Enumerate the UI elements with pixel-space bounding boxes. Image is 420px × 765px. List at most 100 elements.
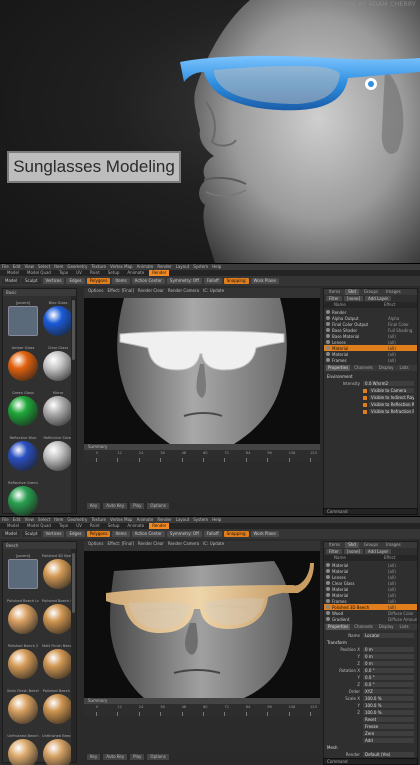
preset-item[interactable]: Polished Beech 3	[42, 688, 74, 730]
tab-channels[interactable]: Channels	[352, 624, 375, 630]
render-viewport[interactable]	[84, 298, 320, 444]
property-value-field[interactable]: 0.0 W/srm2	[363, 381, 414, 386]
preset-item[interactable]: Blue Glass	[42, 300, 74, 342]
checkbox-checked-icon[interactable]	[363, 409, 367, 414]
polygons-mode-button[interactable]: Polygons	[86, 531, 111, 537]
shader-tree-row[interactable]: Base Material (all)	[324, 333, 417, 339]
shader-tree-row[interactable]: Material (all)	[324, 592, 417, 598]
work-plane-button[interactable]: Work Plane	[250, 531, 279, 537]
key-button[interactable]: Key	[87, 754, 101, 760]
preset-item[interactable]: Reflective Green	[7, 480, 39, 516]
model-button[interactable]: Model	[2, 531, 21, 537]
command-line[interactable]: Command	[323, 508, 418, 515]
preset-item[interactable]: Clear Glass	[42, 345, 74, 387]
preset-item[interactable]: Polished Beech Ln	[7, 598, 39, 640]
timeline-ruler[interactable]: 0 12 24 36 48 60 72 84 96 108 120	[84, 450, 320, 462]
property-value-field[interactable]: 0 m	[363, 647, 414, 652]
checkbox-checked-icon[interactable]	[363, 388, 367, 393]
preset-item[interactable]: Polished Beech 2	[7, 643, 39, 685]
preset-item[interactable]: Green Glass	[7, 390, 39, 432]
visibility-eye-icon[interactable]	[326, 575, 330, 579]
visibility-eye-icon[interactable]	[326, 328, 330, 332]
tab-lists[interactable]: Lists	[397, 624, 410, 630]
tab-images[interactable]: Images	[383, 542, 404, 548]
visibility-eye-icon[interactable]	[326, 322, 330, 326]
viewport-render-clear-button[interactable]: Render Clear	[138, 288, 164, 298]
preset-item[interactable]: Reflective Blue	[7, 435, 39, 477]
preset-item[interactable]: Amber Glass	[7, 345, 39, 387]
shader-tree-row[interactable]: Frames (all)	[324, 357, 417, 363]
vertices-mode-button[interactable]: Vertices	[42, 278, 65, 284]
items-mode-button[interactable]: Items	[112, 278, 130, 284]
preset-item[interactable]: Matt Finish Beech	[42, 643, 74, 685]
checkbox-checked-icon[interactable]	[363, 402, 367, 407]
auto-key-button[interactable]: Auto Key	[103, 503, 128, 509]
property-value-field[interactable]: Reset	[363, 717, 414, 722]
preset-item[interactable]: Satin Finish Beech	[7, 688, 39, 730]
polygons-mode-button[interactable]: Polygons	[86, 278, 111, 284]
property-value-field[interactable]: Visible to Indirect Rays	[369, 395, 414, 400]
visibility-eye-icon[interactable]	[326, 334, 330, 338]
tab-items[interactable]: Items	[326, 542, 343, 548]
shader-tree-row[interactable]: Material (all)	[324, 351, 417, 357]
tab-groups[interactable]: Groups	[361, 289, 381, 295]
tab-images[interactable]: Images	[383, 289, 404, 295]
tab-channels[interactable]: Channels	[352, 365, 375, 371]
edges-mode-button[interactable]: Edges	[66, 531, 85, 537]
add-layer-button[interactable]: Add Layer	[365, 549, 392, 554]
property-value-field[interactable]: 0.0 °	[363, 682, 414, 687]
tab-lists[interactable]: Lists	[397, 365, 410, 371]
viewport-ic-update-button[interactable]: IC: Update	[203, 288, 224, 298]
visibility-eye-icon[interactable]	[326, 593, 330, 597]
play-button[interactable]: Play	[130, 754, 145, 760]
visibility-eye-icon[interactable]	[326, 563, 330, 567]
tab-groups[interactable]: Groups	[361, 542, 381, 548]
shader-tree-row[interactable]: Material (all)	[324, 562, 417, 568]
options-button[interactable]: Options	[147, 503, 169, 509]
visibility-eye-icon[interactable]	[326, 569, 330, 573]
work-plane-button[interactable]: Work Plane	[250, 278, 279, 284]
options-button[interactable]: Options	[147, 754, 169, 760]
timeline[interactable]: Summary 0 12 24 36 48 60 72 84 96 108 120	[84, 444, 320, 462]
property-value-field[interactable]: Visible to Camera	[369, 388, 414, 393]
preset-item[interactable]: [parent]	[7, 553, 39, 595]
property-value-field[interactable]: XYZ	[363, 689, 414, 694]
preset-item[interactable]: Unfinished Beech	[7, 733, 39, 765]
property-value-field[interactable]: 0 m	[363, 661, 414, 666]
visibility-eye-icon[interactable]	[326, 581, 330, 585]
visibility-eye-icon[interactable]	[326, 340, 330, 344]
falloff-button[interactable]: Falloff	[203, 531, 222, 537]
vertices-mode-button[interactable]: Vertices	[42, 531, 65, 537]
viewport-options-button[interactable]: Options	[88, 541, 103, 551]
filter-button[interactable]: Filter	[326, 549, 342, 554]
tab-properties[interactable]: Properties	[326, 365, 351, 371]
shader-tree-row[interactable]: Lenses (all)	[324, 339, 417, 345]
visibility-eye-icon[interactable]	[326, 352, 330, 356]
action-center-button[interactable]: Action Center	[131, 531, 165, 537]
property-value-field[interactable]: 0 m	[363, 654, 414, 659]
viewport-render-clear-button[interactable]: Render Clear	[138, 541, 164, 551]
render-viewport[interactable]	[84, 551, 320, 698]
visibility-eye-icon[interactable]	[326, 611, 330, 615]
falloff-button[interactable]: Falloff	[203, 278, 222, 284]
property-value-field[interactable]: Visible to Refraction Rays	[369, 409, 414, 414]
preset-item[interactable]: Unfinished Beech 2	[42, 733, 74, 765]
property-value-field[interactable]: 100.0 %	[363, 696, 414, 701]
property-value-field[interactable]: 0.0 °	[363, 668, 414, 673]
visibility-eye-icon[interactable]	[326, 310, 330, 314]
property-value-field[interactable]: Zero	[363, 731, 414, 736]
viewport-effect-final-button[interactable]: Effect: [Final]	[107, 541, 133, 551]
viewport-effect-final-button[interactable]: Effect: [Final]	[107, 288, 133, 298]
tab-display[interactable]: Display	[377, 624, 396, 630]
tab-items[interactable]: Items	[326, 289, 343, 295]
none-button[interactable]: [none]	[343, 549, 364, 554]
visibility-eye-icon[interactable]	[326, 587, 330, 591]
snapping-button[interactable]: Snapping	[223, 531, 249, 537]
play-button[interactable]: Play	[130, 503, 145, 509]
key-button[interactable]: Key	[87, 503, 101, 509]
shader-tree-row[interactable]: Lenses (all)	[324, 574, 417, 580]
visibility-eye-icon[interactable]	[326, 617, 330, 621]
property-value-field[interactable]: Add	[363, 738, 414, 743]
filter-button[interactable]: Filter	[326, 296, 342, 301]
visibility-eye-icon[interactable]	[326, 316, 330, 320]
